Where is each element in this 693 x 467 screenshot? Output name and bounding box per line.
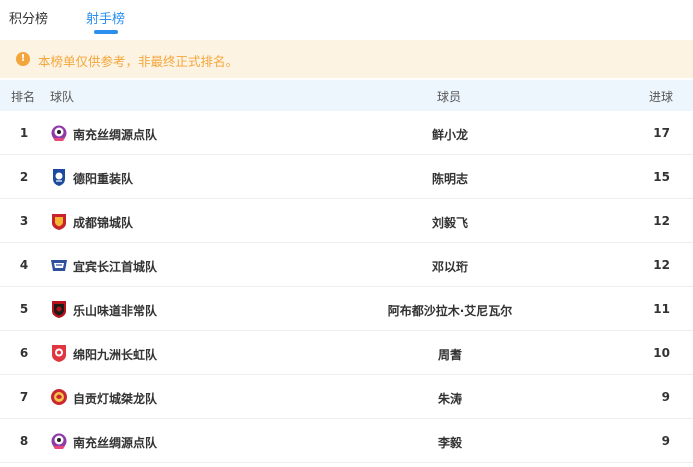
row-rank: 5 bbox=[19, 302, 29, 316]
tab-bar: 积分榜 射手榜 bbox=[0, 0, 693, 38]
active-tab-indicator bbox=[94, 30, 118, 34]
row-player-name: 鲜小龙 bbox=[431, 128, 468, 142]
yibin-badge-icon bbox=[50, 255, 68, 275]
table-row: 3 成都锦城队 刘毅飞 12 bbox=[0, 199, 693, 243]
row-goals: 9 bbox=[661, 434, 670, 448]
notice-banner: ! 本榜单仅供参考，非最终正式排名。 bbox=[0, 40, 693, 78]
table-row: 6 绵阳九洲长虹队 周耆 10 bbox=[0, 331, 693, 375]
row-rank: 6 bbox=[19, 346, 29, 360]
row-rank: 2 bbox=[19, 170, 29, 184]
row-rank: 4 bbox=[19, 258, 29, 272]
row-rank: 1 bbox=[19, 126, 29, 140]
row-player-name: 邓以珩 bbox=[431, 260, 468, 274]
header-rank: 排名 bbox=[11, 90, 36, 104]
notice-text: 本榜单仅供参考，非最终正式排名。 bbox=[38, 54, 239, 69]
header-goals: 进球 bbox=[649, 90, 674, 104]
row-team-name: 自贡灯城桀龙队 bbox=[73, 392, 158, 406]
row-player-name: 陈明志 bbox=[431, 172, 468, 186]
nanchong-badge-icon bbox=[50, 123, 68, 143]
zigong-badge-icon bbox=[50, 387, 68, 407]
row-goals: 11 bbox=[653, 302, 670, 316]
tab-standings[interactable]: 积分榜 bbox=[9, 8, 48, 27]
row-player-name: 周耆 bbox=[437, 348, 462, 362]
table-row: 2 德阳重装队 陈明志 15 bbox=[0, 155, 693, 199]
header-team: 球队 bbox=[50, 90, 75, 104]
row-rank: 3 bbox=[19, 214, 29, 228]
row-team-name: 绵阳九洲长虹队 bbox=[73, 348, 158, 362]
row-player-name: 李毅 bbox=[437, 436, 462, 450]
table-row: 1 南充丝绸源点队 鲜小龙 17 bbox=[0, 111, 693, 155]
row-team-name: 乐山味道非常队 bbox=[73, 304, 158, 318]
row-rank: 7 bbox=[19, 390, 29, 404]
warning-icon: ! bbox=[16, 52, 30, 66]
row-goals: 9 bbox=[661, 390, 670, 404]
nanchong-badge-icon bbox=[50, 431, 68, 451]
row-goals: 17 bbox=[653, 126, 670, 140]
table-body: 1 南充丝绸源点队 鲜小龙 17 2 德阳重装队 陈明志 15 3 成都锦城队 刘毅飞 12 4 宜宾长江… bbox=[0, 111, 693, 463]
row-goals: 15 bbox=[653, 170, 670, 184]
row-goals: 10 bbox=[653, 346, 670, 360]
row-team-name: 南充丝绸源点队 bbox=[73, 128, 158, 142]
row-player-name: 朱涛 bbox=[437, 392, 462, 406]
leshan-badge-icon bbox=[50, 299, 68, 319]
row-player-name: 阿布都沙拉木·艾尼瓦尔 bbox=[387, 304, 513, 318]
table-header: 排名 球队 球员 进球 bbox=[0, 80, 693, 111]
tab-top-scorers[interactable]: 射手榜 bbox=[86, 8, 125, 27]
row-team-name: 宜宾长江首城队 bbox=[73, 260, 158, 274]
row-team-name: 成都锦城队 bbox=[73, 216, 134, 230]
table-row: 5 乐山味道非常队 阿布都沙拉木·艾尼瓦尔 11 bbox=[0, 287, 693, 331]
mianyang-badge-icon bbox=[50, 343, 68, 363]
table-row: 7 自贡灯城桀龙队 朱涛 9 bbox=[0, 375, 693, 419]
deyang-badge-icon bbox=[50, 167, 68, 187]
row-goals: 12 bbox=[653, 258, 670, 272]
chengdu-badge-icon bbox=[50, 211, 68, 231]
table-row: 4 宜宾长江首城队 邓以珩 12 bbox=[0, 243, 693, 287]
row-goals: 12 bbox=[653, 214, 670, 228]
row-rank: 8 bbox=[19, 434, 29, 448]
row-team-name: 德阳重装队 bbox=[73, 172, 134, 186]
table-row: 8 南充丝绸源点队 李毅 9 bbox=[0, 419, 693, 463]
header-player: 球员 bbox=[437, 90, 462, 104]
row-team-name: 南充丝绸源点队 bbox=[73, 436, 158, 450]
row-player-name: 刘毅飞 bbox=[431, 216, 468, 230]
